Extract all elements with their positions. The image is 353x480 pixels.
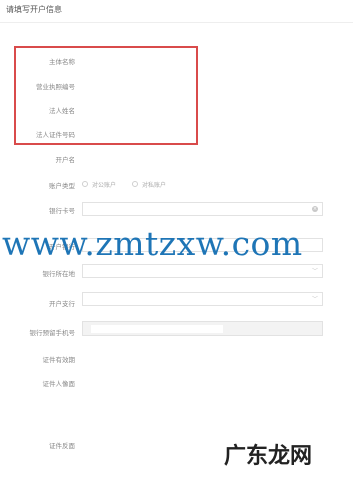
bank-card-label: 银行卡号 [49,207,75,215]
bank-location-select[interactable] [82,264,323,278]
corner-watermark: 广东龙网 [224,444,313,469]
id-validity-label: 证件有效期 [42,356,76,364]
bank-location-label: 银行所在地 [42,270,76,278]
legal-person-name-label: 法人姓名 [49,107,75,115]
watermark-text: www.zmtzxw.com [2,224,303,263]
bank-card-input[interactable] [82,202,323,216]
account-type-label: 账户类型 [49,182,75,190]
account-type-private-label: 对私账户 [142,182,167,189]
branch-label: 开户支行 [49,300,75,308]
entity-name-label: 主体名称 [49,58,75,66]
id-portrait-label: 证件人像面 [42,380,76,388]
phone-input[interactable] [82,321,323,336]
business-license-label: 营业执照编号 [36,83,75,91]
account-type-public-label: 对公账户 [92,182,117,189]
clear-icon[interactable]: × [312,206,318,212]
phone-value-mask [91,325,223,333]
account-type-private-radio[interactable] [132,181,138,187]
page-title: 请填写开户信息 [6,5,62,14]
account-type-public-radio[interactable] [82,181,88,187]
account-name-label: 开户名 [55,156,76,164]
chevron-down-icon: ﹀ [312,296,319,303]
divider [0,22,353,23]
id-back-label: 证件反面 [49,442,75,450]
chevron-down-icon: ﹀ [312,268,319,275]
phone-label: 银行预留手机号 [29,329,76,337]
legal-person-id-label: 法人证件号码 [36,131,75,139]
branch-select[interactable] [82,292,323,306]
